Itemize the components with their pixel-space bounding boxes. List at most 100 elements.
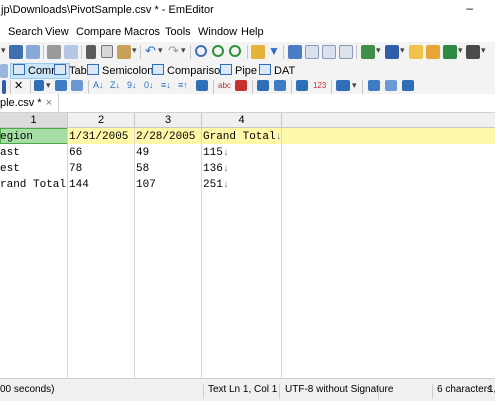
line-break-icon: ↓ <box>222 164 229 175</box>
chevron-down-icon[interactable]: ▾ <box>376 45 381 56</box>
macro-icon[interactable] <box>361 45 375 59</box>
number-format-icon[interactable]: 123 <box>313 80 327 94</box>
redo-icon[interactable]: ↷ <box>168 43 182 58</box>
spell-check-icon[interactable]: abc <box>218 80 232 94</box>
table-cell[interactable]: est <box>0 161 66 177</box>
status-message: 00 seconds) <box>0 384 55 395</box>
tile-vertical-icon[interactable] <box>339 45 353 59</box>
split-column-icon[interactable] <box>274 80 286 91</box>
window-layout-icon[interactable] <box>288 45 302 59</box>
join-columns-icon[interactable] <box>257 80 269 91</box>
customize-icon[interactable] <box>426 45 440 59</box>
menu-view[interactable]: View <box>45 26 69 38</box>
print-preview-icon[interactable] <box>64 45 78 59</box>
spreadsheet-icon[interactable] <box>443 45 457 59</box>
table-cell[interactable]: 107 <box>136 177 200 193</box>
split-window-icon[interactable] <box>305 45 319 59</box>
save-icon[interactable] <box>9 45 23 59</box>
highlight-icon[interactable] <box>251 45 265 59</box>
column-header-4[interactable]: 4 <box>202 113 282 128</box>
menu-help[interactable]: Help <box>241 26 264 38</box>
column-header-1[interactable]: 1 <box>0 113 68 128</box>
column-separator-icon[interactable]: ✕ <box>14 80 28 94</box>
menu-macros[interactable]: Macros <box>124 26 160 38</box>
print-icon[interactable] <box>47 45 61 59</box>
chevron-down-icon[interactable]: ▾ <box>158 45 163 56</box>
table-cell[interactable]: 78 <box>69 161 133 177</box>
chevron-down-icon[interactable]: ▾ <box>132 45 137 56</box>
chevron-down-icon[interactable]: ▾ <box>46 80 51 91</box>
column-header-3[interactable]: 3 <box>135 113 202 128</box>
save-all-icon[interactable] <box>26 45 40 59</box>
csv-pipe-button[interactable]: Pipe <box>218 64 259 78</box>
chevron-down-icon[interactable]: ▾ <box>1 45 6 56</box>
delete-column-icon[interactable] <box>385 80 397 91</box>
chevron-down-icon[interactable]: ▾ <box>352 80 357 91</box>
close-icon[interactable]: × <box>46 97 52 109</box>
tile-horizontal-icon[interactable] <box>322 45 336 59</box>
find-previous-icon[interactable] <box>229 45 241 57</box>
column-width-icon[interactable] <box>336 80 350 91</box>
table-cell[interactable]: 49 <box>136 145 200 161</box>
sort-descending-icon[interactable]: Z↓ <box>110 80 124 94</box>
table-cell[interactable]: 144 <box>69 177 133 193</box>
menu-tools[interactable]: Tools <box>165 26 191 38</box>
table-cell[interactable]: 2/28/2005 <box>136 129 200 145</box>
filter-icon[interactable]: ▼ <box>268 44 282 58</box>
column-header-2[interactable]: 2 <box>68 113 135 128</box>
validate-icon[interactable] <box>235 80 247 91</box>
sort-numeric-descending-icon[interactable]: 0↓ <box>144 80 158 94</box>
sort-length-icon[interactable]: ≡↓ <box>161 80 175 94</box>
pivot-icon[interactable] <box>402 80 414 91</box>
status-position[interactable]: Ln 1, Col 1 <box>229 384 277 395</box>
toolbar-separator <box>81 45 82 59</box>
sort-numeric-ascending-icon[interactable]: 9↓ <box>127 80 141 94</box>
select-column-icon[interactable] <box>71 80 83 91</box>
csv-mode-icon[interactable] <box>0 64 8 78</box>
table-cell[interactable]: rand Total <box>0 177 66 193</box>
window-title: jp\Downloads\PivotSample.csv * - EmEdito… <box>1 4 214 16</box>
table-cell[interactable]: 251↓ <box>203 177 280 193</box>
csv-tool-icon[interactable] <box>2 80 6 94</box>
paste-icon[interactable] <box>117 45 131 59</box>
sort-custom-icon[interactable]: ≡↑ <box>178 80 192 94</box>
align-icon[interactable] <box>296 80 308 91</box>
table-cell[interactable]: 58 <box>136 161 200 177</box>
chevron-down-icon[interactable]: ▾ <box>181 45 186 56</box>
csv-tab-button[interactable]: Tab <box>52 64 89 78</box>
menu-window[interactable]: Window <box>198 26 237 38</box>
chevron-down-icon[interactable]: ▾ <box>458 45 463 56</box>
table-cell[interactable]: 1/31/2005 <box>69 129 133 145</box>
status-mode[interactable]: Text <box>208 384 226 395</box>
tool-icon[interactable] <box>466 45 480 59</box>
csv-convert-icon[interactable] <box>196 80 208 91</box>
table-cell[interactable]: 66 <box>69 145 133 161</box>
plugin-icon[interactable] <box>385 45 399 59</box>
csv-grid[interactable]: egion 1/31/2005 2/28/2005 Grand Total↓ a… <box>0 128 495 378</box>
csv-semicolon-button[interactable]: Semicolon <box>85 64 155 78</box>
column-icon[interactable] <box>34 80 44 91</box>
chevron-down-icon[interactable]: ▾ <box>400 45 405 56</box>
menu-search[interactable]: Search <box>8 26 43 38</box>
copy-icon[interactable] <box>101 45 113 58</box>
insert-column-icon[interactable] <box>368 80 380 91</box>
search-icon[interactable] <box>195 45 207 57</box>
settings-icon[interactable] <box>409 45 423 59</box>
undo-icon[interactable]: ↶ <box>145 43 159 58</box>
table-cell[interactable]: egion <box>0 129 66 145</box>
chevron-down-icon[interactable]: ▾ <box>481 45 486 56</box>
csv-dat-button[interactable]: DAT <box>257 64 297 78</box>
table-cell[interactable]: Grand Total↓ <box>203 129 280 145</box>
table-cell[interactable]: 115↓ <box>203 145 280 161</box>
table-cell[interactable]: 136↓ <box>203 161 280 177</box>
document-tab[interactable]: ple.csv * × <box>0 94 60 112</box>
sort-icon[interactable] <box>55 80 67 91</box>
find-next-icon[interactable] <box>212 45 224 57</box>
minimize-button[interactable]: – <box>466 1 473 15</box>
table-cell[interactable]: ast <box>0 145 66 161</box>
sort-ascending-icon[interactable]: A↓ <box>93 80 107 94</box>
table-icon <box>220 64 232 75</box>
menu-compare[interactable]: Compare <box>76 26 121 38</box>
csv-comparison-button[interactable]: Comparison <box>150 64 228 78</box>
cut-icon[interactable] <box>86 45 96 59</box>
